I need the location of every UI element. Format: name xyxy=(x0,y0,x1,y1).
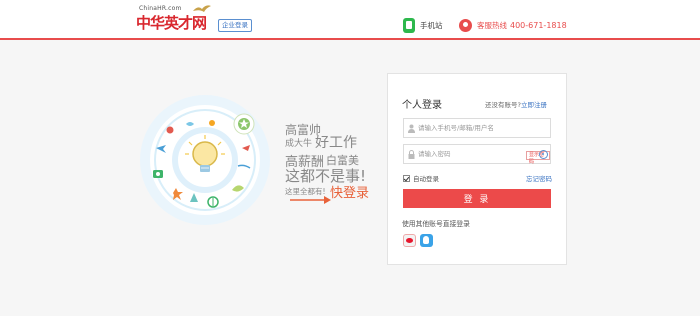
forgot-password-link[interactable]: 忘记密码 xyxy=(526,173,552,183)
mobile-phone-icon xyxy=(403,18,415,33)
mobile-site-link[interactable]: 手机站 xyxy=(403,18,443,33)
chinahr-logo[interactable]: ChinaHR.com 中华英才网 xyxy=(136,3,216,33)
hotline-number: 400-671-1818 xyxy=(510,21,567,30)
arrow-icon xyxy=(290,196,331,204)
logo-brand-text: 中华英才网 xyxy=(136,14,207,32)
customer-hotline: 客服热线 400-671-1818 xyxy=(459,18,567,33)
hotline-label: 客服热线 xyxy=(477,21,507,30)
username-field[interactable] xyxy=(403,118,551,138)
no-account-label: 还没有账号? xyxy=(485,101,521,109)
auto-login-checkbox[interactable] xyxy=(403,174,410,182)
headset-icon xyxy=(459,19,472,32)
password-input[interactable] xyxy=(418,145,513,163)
slogan-line-2a: 成大牛 xyxy=(285,139,313,149)
top-header: ChinaHR.com 中华英才网 企业登录 手机站 客服热线 400-671-… xyxy=(0,0,700,40)
auto-login-label: 自动登录 xyxy=(413,175,439,183)
slogan-line-5b: 快登录 xyxy=(330,186,370,201)
auto-login-option[interactable]: 自动登录 xyxy=(403,173,439,183)
register-link[interactable]: 立即注册 xyxy=(521,101,547,109)
no-account-text: 还没有账号?立即注册 xyxy=(485,99,547,109)
user-icon xyxy=(408,124,415,133)
login-button[interactable]: 登 录 xyxy=(403,189,551,208)
qq-icon[interactable] xyxy=(420,234,433,247)
panel-title: 个人登录 xyxy=(402,100,442,111)
login-panel: 个人登录 还没有账号?立即注册 显示密码 自动登录 忘记密码 登 录 使用其他账… xyxy=(387,73,567,265)
weibo-icon[interactable] xyxy=(403,234,416,247)
lightbulb-circle-graphic xyxy=(140,95,270,225)
logo-domain-text: ChinaHR.com xyxy=(139,5,182,12)
mobile-site-label: 手机站 xyxy=(420,21,443,30)
username-input[interactable] xyxy=(418,119,513,137)
slogan-line-2b: 好工作 xyxy=(315,135,357,151)
promo-illustration: 高富帅 成大牛 好工作 高薪酬 白富美 这都不是事! 这里全都有! 快登录 xyxy=(140,90,380,235)
password-field[interactable]: 显示密码 xyxy=(403,144,551,165)
eye-icon[interactable] xyxy=(539,150,548,159)
corporate-login-button[interactable]: 企业登录 xyxy=(218,19,252,32)
lock-icon xyxy=(408,150,415,159)
other-login-label: 使用其他账号直接登录 xyxy=(402,220,470,228)
